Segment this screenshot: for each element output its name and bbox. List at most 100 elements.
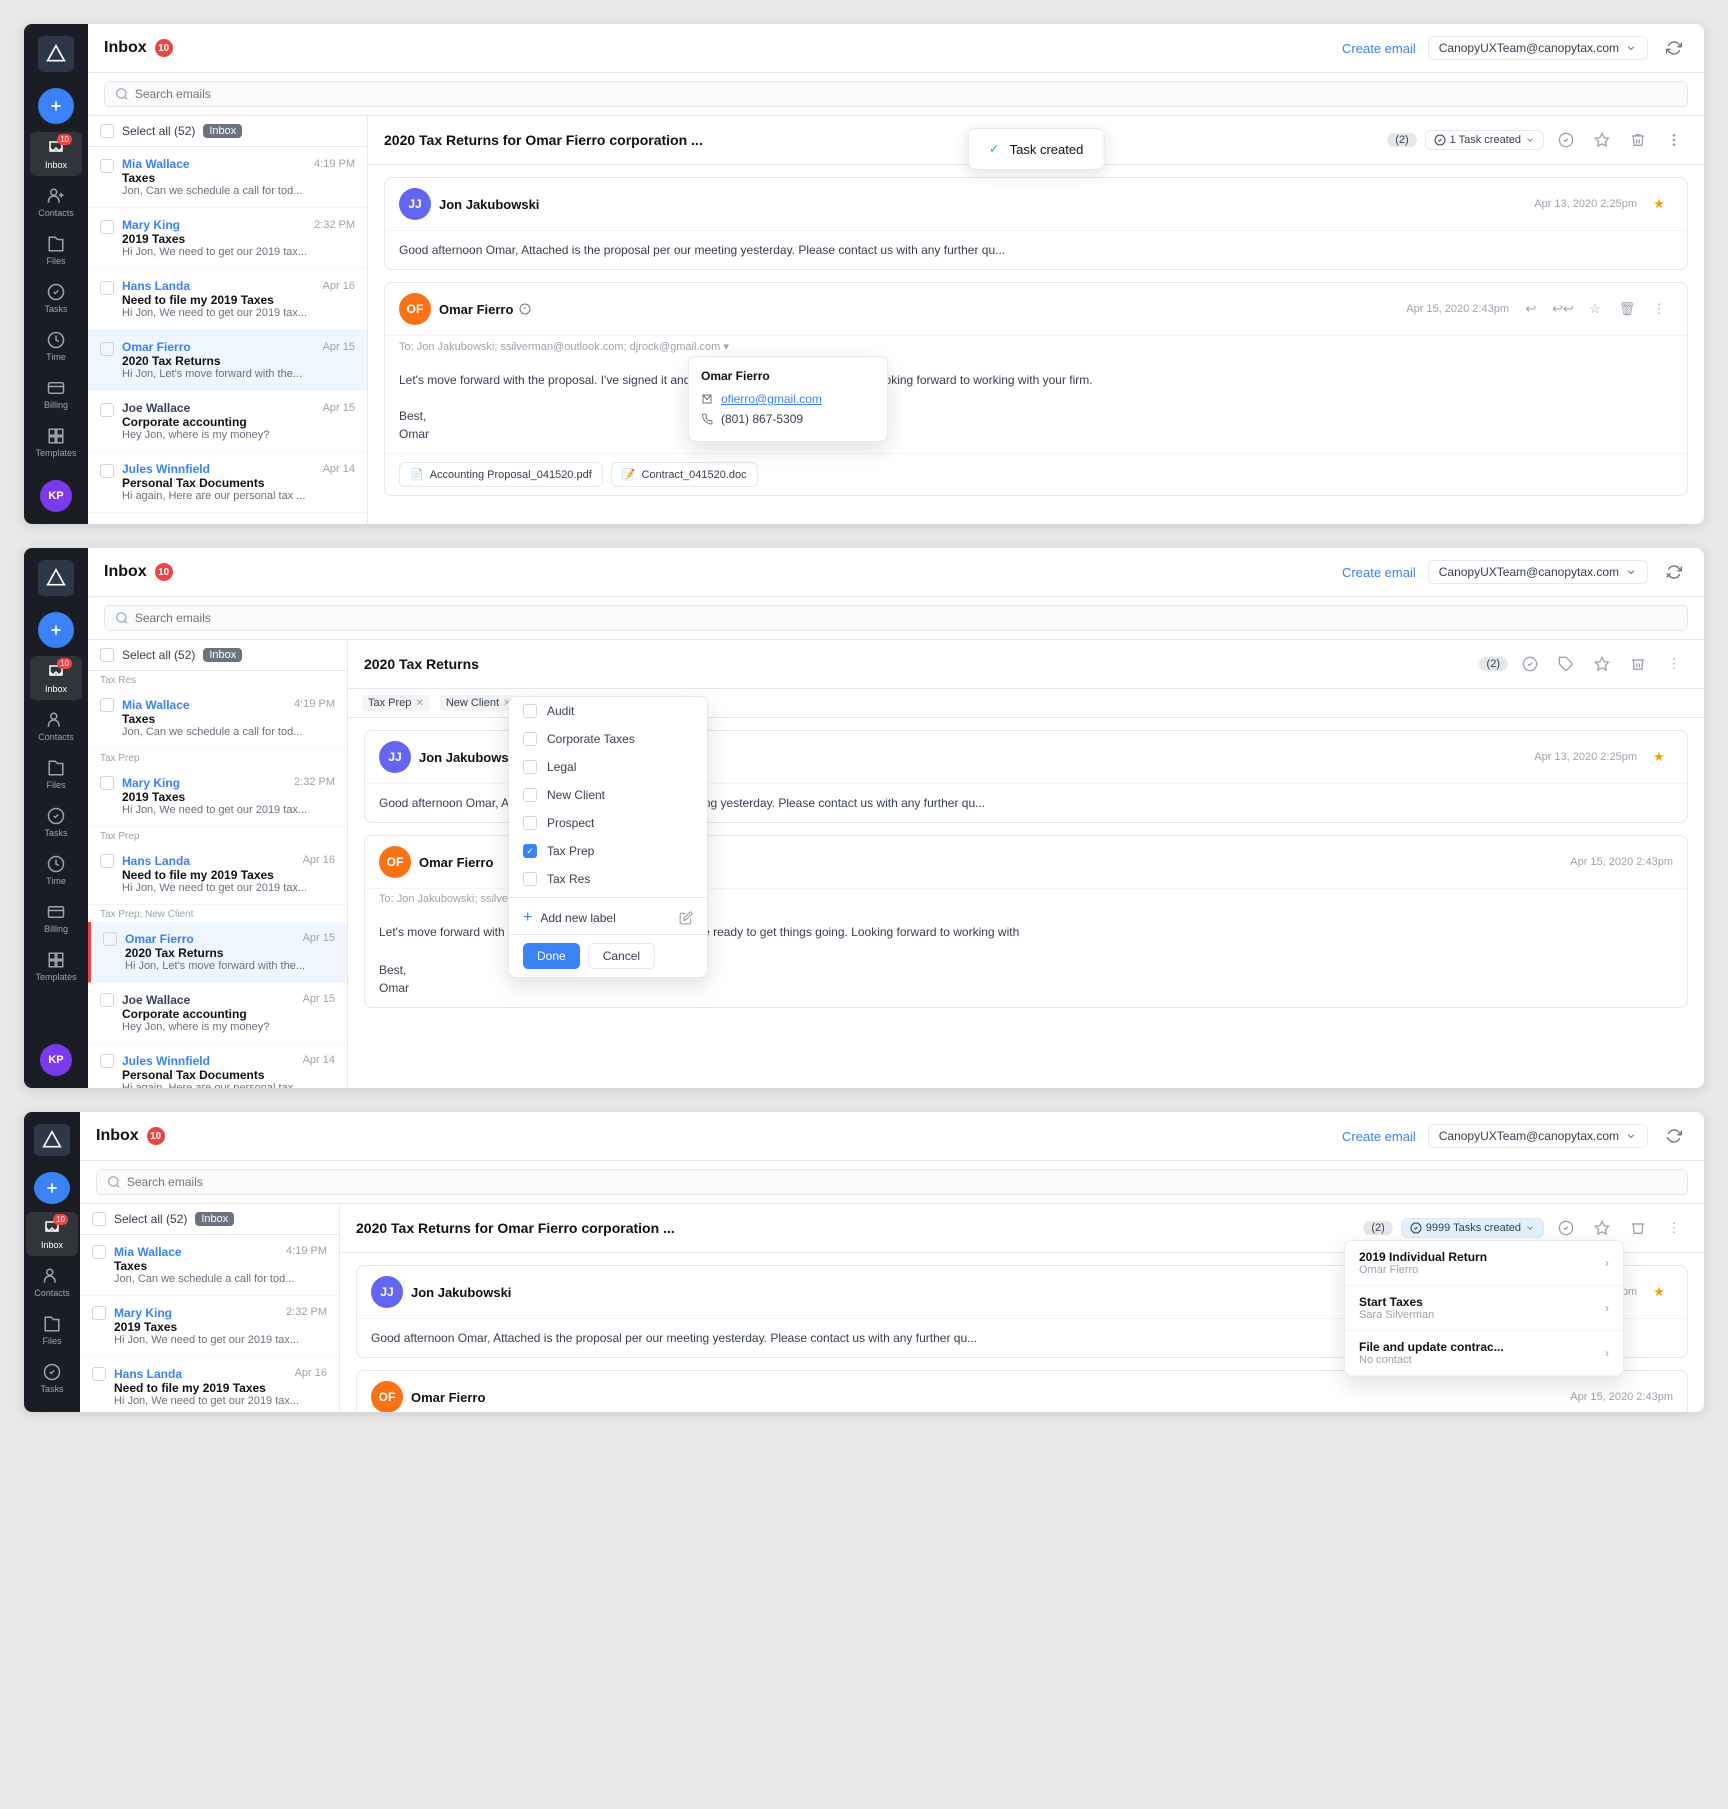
delete-button-2[interactable] xyxy=(1624,650,1652,678)
done-button[interactable]: Done xyxy=(523,943,580,969)
sidebar-item-files-2[interactable]: Files xyxy=(30,752,82,796)
search-input-2[interactable] xyxy=(135,611,1677,625)
sidebar-item-tasks[interactable]: Tasks xyxy=(30,276,82,320)
email-item-4[interactable]: Joe Wallace Apr 15 Corporate accounting … xyxy=(88,391,367,452)
reply-all-icon[interactable]: ↩↩ xyxy=(1549,295,1577,323)
cancel-button[interactable]: Cancel xyxy=(588,943,655,969)
list-item[interactable]: Mia Wallace 4:19 PM Taxes Jon, Can we sc… xyxy=(88,688,347,749)
search-input-wrap[interactable] xyxy=(104,81,1688,107)
refresh-button[interactable] xyxy=(1660,34,1688,62)
sidebar-item-tasks-2[interactable]: Tasks xyxy=(30,800,82,844)
email-item-1[interactable]: Mary King 2:32 PM 2019 Taxes Hi Jon, We … xyxy=(88,208,367,269)
message-sender-1: Jon Jakubowski xyxy=(439,197,1526,212)
sidebar-item-time[interactable]: Time xyxy=(30,324,82,368)
sidebar-item-inbox-2[interactable]: 10 Inbox xyxy=(30,656,82,700)
task-item-2[interactable]: File and update contrac... No contact › xyxy=(1345,1331,1623,1376)
star-message-1[interactable]: ★ xyxy=(1645,190,1673,218)
label-item-tax-prep[interactable]: ✓ Tax Prep xyxy=(509,837,707,865)
sidebar-item-templates-2[interactable]: Templates xyxy=(30,944,82,988)
list-item[interactable]: Omar Fierro Apr 15 2020 Tax Returns Hi J… xyxy=(88,922,347,983)
email-item-6[interactable]: Jules Winnfield Apr 14 Business Tax Docu… xyxy=(88,513,367,524)
label-item-corp-taxes[interactable]: Corporate Taxes xyxy=(509,725,707,753)
more-button-2[interactable]: ⋮ xyxy=(1660,650,1688,678)
email-count: (2) xyxy=(1387,133,1416,147)
star-message-2[interactable]: ☆ xyxy=(1581,295,1609,323)
list-item[interactable]: Joe Wallace Apr 15 Corporate accounting … xyxy=(88,983,347,1044)
create-email-button[interactable]: Create email xyxy=(1342,41,1416,56)
reply-icon[interactable]: ↩ xyxy=(1517,295,1545,323)
star-button-3[interactable] xyxy=(1588,1214,1616,1242)
email-account-selector[interactable]: CanopyUXTeam@canopytax.com xyxy=(1428,36,1648,60)
email-item-0[interactable]: Mia Wallace 4:19 PM Taxes Jon, Can we sc… xyxy=(88,147,367,208)
delete-button[interactable] xyxy=(1624,126,1652,154)
sidebar-item-files[interactable]: Files xyxy=(30,228,82,272)
sidebar-item-contacts[interactable]: Contacts xyxy=(30,180,82,224)
email-account-selector-3[interactable]: CanopyUXTeam@canopytax.com xyxy=(1428,1124,1648,1148)
email-item-3[interactable]: Omar Fierro Apr 15 2020 Tax Returns Hi J… xyxy=(88,330,367,391)
star-2a[interactable]: ★ xyxy=(1645,743,1673,771)
list-item[interactable]: Mia Wallace 4:19 PM Taxes Jon, Can we sc… xyxy=(80,1235,339,1296)
label-item-new-client[interactable]: New Client xyxy=(509,781,707,809)
star-3a[interactable]: ★ xyxy=(1645,1278,1673,1306)
attachment-pdf[interactable]: 📄 Accounting Proposal_041520.pdf xyxy=(399,462,603,487)
sidebar-item-files-3[interactable]: Files xyxy=(26,1308,78,1352)
app-logo xyxy=(38,36,74,72)
task-item-1[interactable]: Start Taxes Sara Silverman › xyxy=(1345,1286,1623,1331)
task-item-0[interactable]: 2019 Individual Return Omar Fierro › xyxy=(1345,1241,1623,1286)
task-count-badge-3[interactable]: 9999 Tasks created xyxy=(1401,1218,1544,1238)
list-item[interactable]: Jules Winnfield Apr 14 Personal Tax Docu… xyxy=(88,1044,347,1088)
select-all-checkbox[interactable] xyxy=(100,124,114,138)
check-button-2[interactable] xyxy=(1516,650,1544,678)
more-button-3[interactable]: ⋮ xyxy=(1660,1214,1688,1242)
sidebar-item-billing[interactable]: Billing xyxy=(30,372,82,416)
sidebar-item-contacts-3[interactable]: Contacts xyxy=(26,1260,78,1304)
task-count-badge[interactable]: 1 Task created xyxy=(1425,130,1544,150)
label-item-prospect[interactable]: Prospect xyxy=(509,809,707,837)
create-email-button-3[interactable]: Create email xyxy=(1342,1129,1416,1144)
contact-email[interactable]: ofierro@gmail.com xyxy=(701,389,875,409)
remove-tag-tax-prep[interactable]: ✕ xyxy=(415,698,423,709)
list-item[interactable]: Mary King 2:32 PM 2019 Taxes Hi Jon, We … xyxy=(80,1296,339,1357)
user-avatar-2[interactable]: KP xyxy=(40,1044,72,1076)
search-input-3[interactable] xyxy=(127,1175,1677,1189)
search-input[interactable] xyxy=(135,87,1677,101)
sidebar-item-inbox[interactable]: 10 Inbox xyxy=(30,132,82,176)
sidebar-item-time-2[interactable]: Time xyxy=(30,848,82,892)
more-message-2[interactable]: ⋮ xyxy=(1645,295,1673,323)
add-button-2[interactable] xyxy=(38,612,74,648)
label-item-legal[interactable]: Legal xyxy=(509,753,707,781)
add-button-3[interactable] xyxy=(34,1172,70,1204)
sidebar-item-inbox-3[interactable]: 10 Inbox xyxy=(26,1212,78,1256)
sidebar-item-templates[interactable]: Templates xyxy=(30,420,82,464)
more-button[interactable] xyxy=(1660,126,1688,154)
sidebar-item-billing-2[interactable]: Billing xyxy=(30,896,82,940)
sidebar-item-contacts-2[interactable]: Contacts xyxy=(30,704,82,748)
check-button-3[interactable] xyxy=(1552,1214,1580,1242)
list-item[interactable]: Hans Landa Apr 16 Need to file my 2019 T… xyxy=(80,1357,339,1412)
label-button-2[interactable] xyxy=(1552,650,1580,678)
inbox-folder-badge[interactable]: Inbox xyxy=(203,124,242,138)
sidebar-item-tasks-3[interactable]: Tasks xyxy=(26,1356,78,1400)
label-item-audit[interactable]: Audit xyxy=(509,697,707,725)
add-button[interactable] xyxy=(38,88,74,124)
list-item[interactable]: Hans Landa Apr 16 Need to file my 2019 T… xyxy=(88,844,347,905)
refresh-button-2[interactable] xyxy=(1660,558,1688,586)
email-item-2[interactable]: Hans Landa Apr 16 Need to file my 2019 T… xyxy=(88,269,367,330)
attachment-doc[interactable]: 📝 Contract_041520.doc xyxy=(611,462,758,487)
email-account-selector-2[interactable]: CanopyUXTeam@canopytax.com xyxy=(1428,560,1648,584)
add-new-label[interactable]: + Add new label xyxy=(509,902,707,934)
tasks-icon-2 xyxy=(46,806,66,826)
create-email-button-2[interactable]: Create email xyxy=(1342,565,1416,580)
label-item-tax-res[interactable]: Tax Res xyxy=(509,865,707,893)
delete-button-3[interactable] xyxy=(1624,1214,1652,1242)
email-item-5[interactable]: Jules Winnfield Apr 14 Personal Tax Docu… xyxy=(88,452,367,513)
delete-message-2[interactable]: 🗑 xyxy=(1613,295,1641,323)
list-item[interactable]: Mary King 2:32 PM 2019 Taxes Hi Jon, We … xyxy=(88,766,347,827)
refresh-button-3[interactable] xyxy=(1660,1122,1688,1150)
star-button[interactable] xyxy=(1588,126,1616,154)
user-avatar[interactable]: KP xyxy=(40,480,72,512)
toast-check-icon: ✓ xyxy=(989,141,1000,157)
tag-tax-prep: Tax Prep ✕ xyxy=(362,695,430,711)
star-button-2[interactable] xyxy=(1588,650,1616,678)
check-button[interactable] xyxy=(1552,126,1580,154)
